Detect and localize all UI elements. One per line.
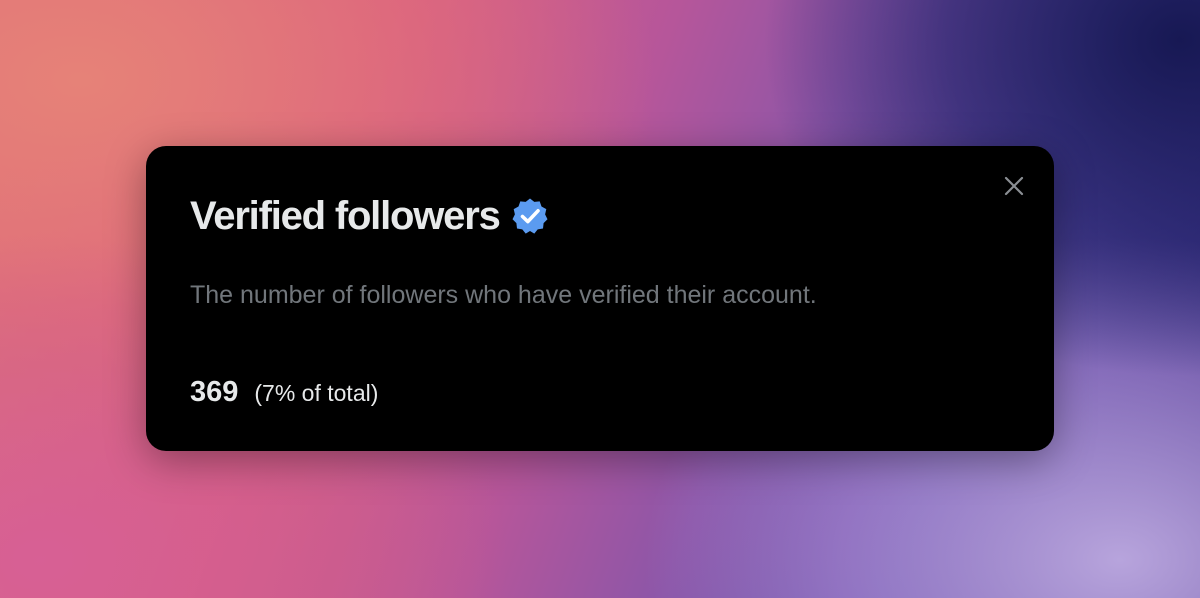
close-icon bbox=[1004, 176, 1024, 196]
verified-follower-count: 369 bbox=[190, 376, 239, 408]
verified-followers-dialog: Verified followers The number of followe… bbox=[146, 146, 1054, 451]
dialog-title: Verified followers bbox=[190, 194, 501, 238]
close-button[interactable] bbox=[1000, 172, 1028, 200]
title-row: Verified followers bbox=[190, 190, 550, 242]
dialog-description: The number of followers who have verifie… bbox=[190, 281, 817, 309]
verified-badge-icon bbox=[512, 198, 548, 234]
stats-row: 369 (7% of total) bbox=[190, 376, 378, 409]
percent-of-total: (7% of total) bbox=[254, 380, 379, 406]
